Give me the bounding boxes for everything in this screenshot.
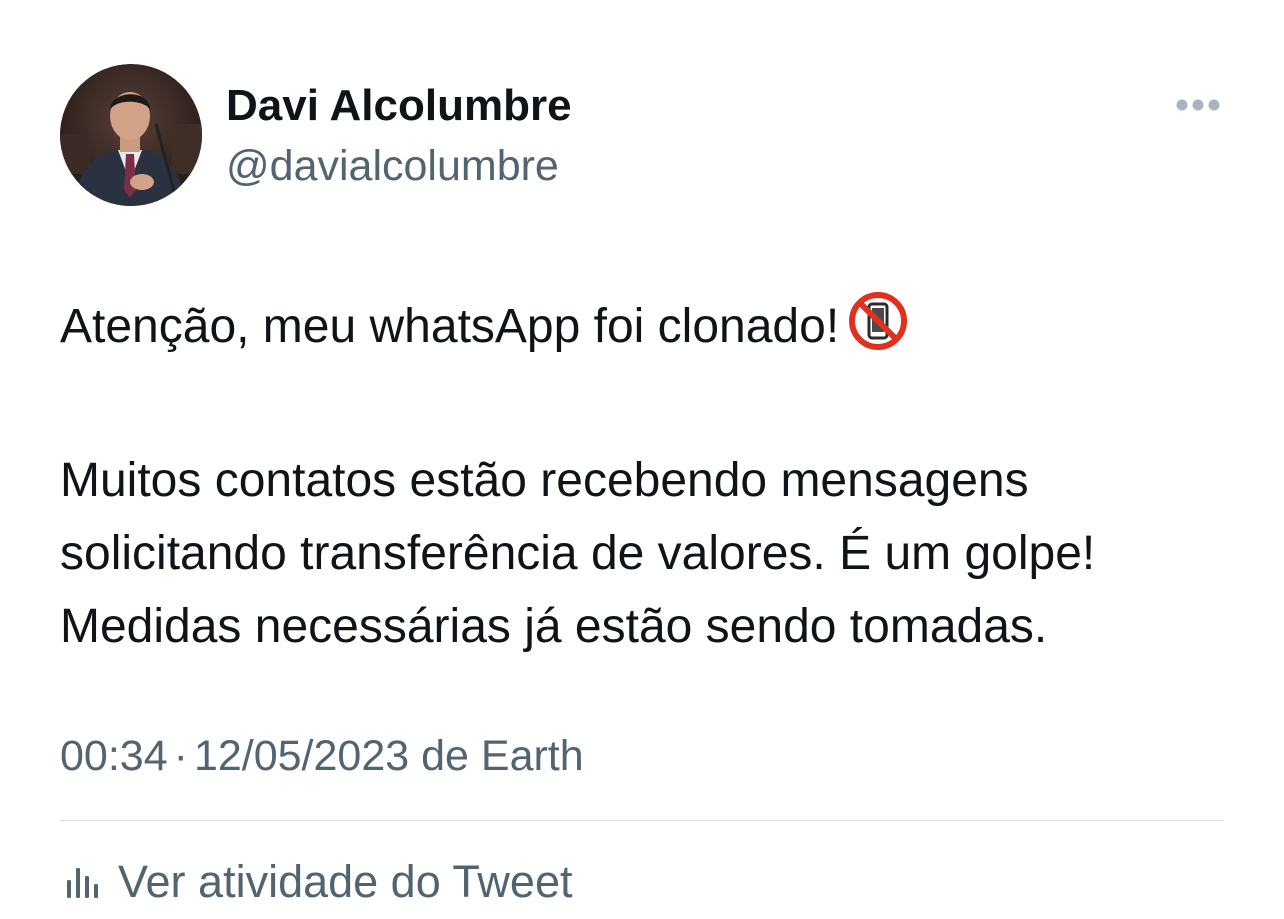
tweet-line-text: Atenção, meu whatsApp foi clonado! (60, 300, 840, 353)
tweet-line: solicitando transferência de valores. É … (60, 527, 1096, 580)
analytics-bars-icon (67, 868, 98, 898)
tweet-text: Atenção, meu whatsApp foi clonado! Muito… (60, 290, 1240, 663)
tweet-line: Muitos contatos estão recebendo mensagen… (60, 454, 1029, 507)
view-tweet-activity-label: Ver atividade do Tweet (118, 856, 573, 907)
tweet-line: Medidas necessárias já estão sendo tomad… (60, 600, 1048, 653)
divider (60, 820, 1224, 821)
tweet: Davi Alcolumbre @davialcolumbre Atenção,… (0, 0, 1284, 919)
tweet-time[interactable]: 00:34 (60, 732, 168, 780)
author-avatar[interactable] (60, 64, 202, 206)
tweet-metadata: 00:34 · 12/05/2023 de Earth (60, 730, 584, 782)
more-options-button[interactable] (1168, 88, 1228, 122)
more-horizontal-icon (1176, 99, 1220, 111)
avatar-photo (60, 64, 202, 206)
tweet-source: de Earth (421, 732, 584, 780)
tweet-line: Atenção, meu whatsApp foi clonado! (60, 290, 1240, 371)
tweet-date[interactable]: 12/05/2023 (194, 732, 409, 780)
meta-separator: · (173, 732, 188, 780)
author-handle[interactable]: @davialcolumbre (226, 140, 559, 192)
no-mobile-phones-icon (849, 292, 908, 371)
author-display-name[interactable]: Davi Alcolumbre (226, 80, 572, 132)
view-tweet-activity-button[interactable]: Ver atividade do Tweet (64, 855, 572, 909)
